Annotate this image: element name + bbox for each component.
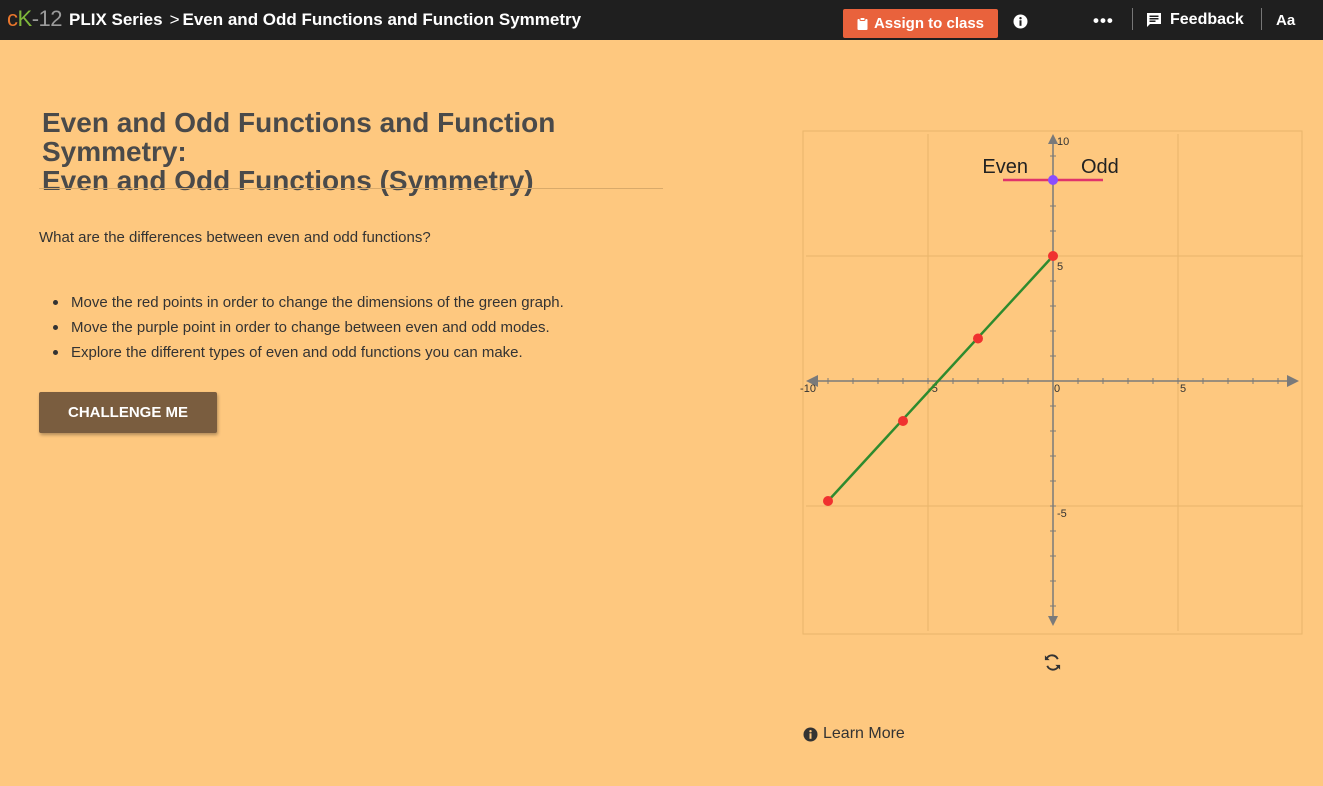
function-line: [827, 255, 1054, 502]
y-axis-arrow-bottom: [1048, 616, 1058, 626]
x-tick-label: 5: [1180, 383, 1186, 395]
x-tick-label: 0: [1054, 383, 1060, 395]
intro-question: What are the differences between even an…: [39, 229, 431, 246]
x-tick-label: -10: [800, 383, 816, 395]
refresh-icon[interactable]: [1043, 653, 1062, 672]
graph-axes: [806, 134, 1299, 626]
instruction-item: Move the purple point in order to change…: [39, 319, 564, 344]
more-icon[interactable]: •••: [1093, 11, 1114, 31]
control-point[interactable]: [823, 496, 833, 506]
breadcrumb-series[interactable]: PLIX Series: [69, 10, 163, 29]
y-tick-label: 5: [1057, 261, 1063, 273]
y-tick-label: -5: [1057, 508, 1067, 520]
x-axis-arrow-right: [1287, 375, 1299, 387]
learn-more-label: Learn More: [823, 725, 905, 742]
y-tick-label: 10: [1057, 136, 1069, 148]
page-title-line1: Even and Odd Functions and Function Symm…: [42, 107, 556, 167]
breadcrumb: PLIX Series > Even and Odd Functions and F…: [69, 10, 581, 30]
control-point[interactable]: [973, 333, 983, 344]
ck12-logo[interactable]: cK-12: [7, 7, 62, 31]
breadcrumb-page: Even and Odd Functions and Function Symm…: [182, 10, 582, 29]
graph-plot: [823, 251, 1058, 506]
info-icon[interactable]: [1013, 14, 1028, 29]
topbar-divider: [1261, 8, 1262, 30]
feedback-label: Feedback: [1170, 11, 1244, 28]
mode-slider[interactable]: Even Odd: [982, 156, 1119, 185]
title-divider: [39, 188, 663, 189]
logo-letter-c: c: [7, 6, 18, 31]
graph-ticks: -10 -5 0 5105-5: [800, 136, 1279, 607]
logo-letter-k: K: [17, 6, 33, 31]
function-graph[interactable]: -10 -5 0 5105-5 Even Odd: [800, 128, 1305, 638]
top-bar: cK-12 PLIX Series > Even and Odd Functions…: [0, 0, 1323, 40]
logo-number: -12: [31, 6, 63, 31]
mode-label-odd: Odd: [1081, 156, 1119, 178]
assign-to-class-button[interactable]: Assign to class: [843, 9, 998, 38]
control-point[interactable]: [1048, 251, 1058, 261]
page-title-line2: Even and Odd Functions (Symmetry): [42, 165, 534, 196]
challenge-me-button[interactable]: CHALLENGE ME: [39, 392, 217, 433]
learn-more-link[interactable]: Learn More: [803, 725, 905, 743]
font-size-button[interactable]: Aa: [1276, 12, 1295, 29]
feedback-icon: [1147, 13, 1161, 27]
instruction-item: Move the red points in order to change t…: [39, 294, 564, 319]
breadcrumb-separator: >: [169, 10, 180, 29]
instruction-list: Move the red points in order to change t…: [39, 294, 564, 369]
info-icon: [803, 727, 818, 741]
clipboard-icon: [857, 17, 868, 30]
mode-point[interactable]: [1048, 175, 1058, 185]
control-point[interactable]: [898, 416, 908, 426]
feedback-button[interactable]: Feedback: [1146, 11, 1244, 29]
page-title: Even and Odd Functions and Function Symm…: [42, 108, 682, 195]
mode-label-even: Even: [982, 156, 1028, 178]
assign-to-class-label: Assign to class: [873, 15, 985, 32]
topbar-divider: [1132, 8, 1133, 30]
instruction-item: Explore the different types of even and …: [39, 344, 564, 369]
